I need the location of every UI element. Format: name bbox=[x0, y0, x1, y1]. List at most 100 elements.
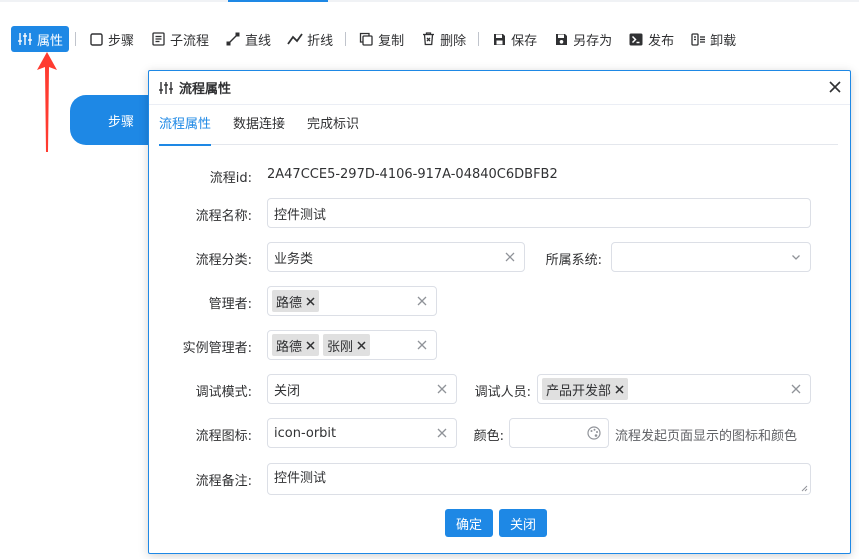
process-icon-input[interactable]: icon-orbit bbox=[267, 418, 457, 448]
toolbar: 属性 步骤 子流程 直线 折线 复制 删除 保存 另存为 发布 卸载 bbox=[0, 24, 859, 54]
line-label: 直线 bbox=[245, 33, 272, 49]
debug-user-tag: 产品开发部 bbox=[542, 378, 629, 400]
clear-icon[interactable] bbox=[436, 383, 448, 395]
process-properties-dialog: 流程属性 流程属性 数据连接 完成标识 流程id: 2A47CCE5-297D-… bbox=[148, 70, 851, 554]
toolbar-divider bbox=[345, 32, 347, 46]
debug-mode-label: 调试模式: bbox=[195, 385, 252, 400]
subprocess-label: 子流程 bbox=[170, 33, 210, 49]
subprocess-button[interactable]: 子流程 bbox=[144, 26, 215, 52]
properties-label: 属性 bbox=[37, 33, 64, 49]
properties-button[interactable]: 属性 bbox=[11, 26, 70, 52]
clear-icon[interactable] bbox=[436, 427, 448, 439]
clear-icon[interactable] bbox=[416, 295, 428, 307]
delete-label: 删除 bbox=[440, 33, 467, 49]
square-icon bbox=[88, 31, 104, 47]
process-name-value: 控件测试 bbox=[274, 207, 327, 223]
debug-mode-value: 关闭 bbox=[274, 383, 301, 399]
publish-button[interactable]: 发布 bbox=[622, 26, 680, 52]
save-button[interactable]: 保存 bbox=[485, 26, 543, 52]
process-category-value: 业务类 bbox=[274, 251, 314, 267]
manager-select[interactable]: 路德 bbox=[267, 286, 437, 316]
toolbar-divider bbox=[478, 32, 480, 46]
process-icon-label: 流程图标: bbox=[195, 429, 252, 444]
remove-tag-icon[interactable] bbox=[304, 295, 316, 307]
publish-label: 发布 bbox=[648, 33, 675, 49]
save-label: 保存 bbox=[511, 33, 538, 49]
system-label: 所属系统: bbox=[545, 253, 602, 268]
resize-handle-icon[interactable] bbox=[800, 484, 808, 492]
copy-button[interactable]: 复制 bbox=[352, 26, 410, 52]
toolbar-divider bbox=[75, 32, 77, 46]
process-name-input[interactable]: 控件测试 bbox=[267, 198, 811, 228]
step-button[interactable]: 步骤 bbox=[82, 26, 140, 52]
chevron-down-icon[interactable] bbox=[790, 251, 802, 263]
save-as-label: 另存为 bbox=[573, 33, 613, 49]
tab-completion-flag[interactable]: 完成标识 bbox=[307, 105, 359, 145]
process-category-label: 流程分类: bbox=[195, 253, 252, 268]
tag-text: 路德 bbox=[276, 295, 303, 311]
system-select[interactable] bbox=[611, 242, 811, 272]
tag-text: 张刚 bbox=[327, 339, 354, 355]
debug-mode-select[interactable]: 关闭 bbox=[267, 374, 457, 404]
clear-icon[interactable] bbox=[790, 383, 802, 395]
document-icon bbox=[150, 31, 166, 47]
instance-manager-select[interactable]: 路德 张刚 bbox=[267, 330, 437, 360]
confirm-button[interactable]: 确定 bbox=[445, 509, 493, 537]
active-tab-indicator bbox=[228, 0, 328, 2]
manager-label: 管理者: bbox=[208, 297, 252, 312]
tab-process-properties[interactable]: 流程属性 bbox=[159, 105, 212, 146]
line-icon bbox=[225, 31, 241, 47]
clear-icon[interactable] bbox=[416, 339, 428, 351]
debug-user-select[interactable]: 产品开发部 bbox=[537, 374, 811, 404]
color-label: 颜色: bbox=[473, 429, 504, 444]
line-button[interactable]: 直线 bbox=[219, 26, 277, 52]
tag-text: 产品开发部 bbox=[546, 383, 612, 399]
step-label: 步骤 bbox=[108, 33, 135, 49]
polyline-icon bbox=[287, 31, 303, 47]
top-tab-strip bbox=[0, 0, 859, 2]
instance-manager-label: 实例管理者: bbox=[182, 341, 252, 356]
polyline-label: 折线 bbox=[307, 33, 334, 49]
process-icon-value: icon-orbit bbox=[274, 425, 337, 441]
delete-button[interactable]: 删除 bbox=[414, 26, 472, 52]
save-icon bbox=[491, 31, 507, 47]
tab-data-connection[interactable]: 数据连接 bbox=[233, 105, 285, 145]
dialog-tabs: 流程属性 数据连接 完成标识 bbox=[159, 105, 838, 146]
save-as-icon bbox=[553, 31, 569, 47]
close-button[interactable]: 关闭 bbox=[499, 509, 547, 537]
dialog-header: 流程属性 bbox=[149, 71, 850, 105]
dialog-title: 流程属性 bbox=[179, 82, 232, 97]
remove-tag-icon[interactable] bbox=[304, 339, 316, 351]
instance-manager-tag: 路德 bbox=[272, 334, 320, 356]
close-icon[interactable] bbox=[826, 78, 844, 96]
save-as-button[interactable]: 另存为 bbox=[547, 26, 618, 52]
process-note-value: 控件测试 bbox=[274, 471, 327, 486]
process-note-label: 流程备注: bbox=[195, 474, 252, 489]
red-arrow-annotation bbox=[37, 52, 57, 152]
manager-tag: 路德 bbox=[272, 290, 320, 312]
color-hint-text: 流程发起页面显示的图标和颜色 bbox=[615, 429, 798, 444]
palette-icon[interactable] bbox=[587, 426, 601, 440]
copy-label: 复制 bbox=[378, 33, 405, 49]
process-id-label: 流程id: bbox=[209, 171, 252, 186]
sliders-icon bbox=[159, 81, 173, 95]
copy-icon bbox=[358, 31, 374, 47]
remove-tag-icon[interactable] bbox=[355, 339, 367, 351]
polyline-button[interactable]: 折线 bbox=[281, 26, 339, 52]
process-note-textarea[interactable]: 控件测试 bbox=[267, 463, 811, 495]
process-name-label: 流程名称: bbox=[195, 209, 252, 224]
process-id-value: 2A47CCE5-297D-4106-917A-04840C6DBFB2 bbox=[267, 167, 558, 182]
publish-icon bbox=[628, 31, 644, 47]
clear-icon[interactable] bbox=[504, 251, 516, 263]
uninstall-button[interactable]: 卸载 bbox=[684, 26, 742, 52]
uninstall-icon bbox=[690, 31, 706, 47]
uninstall-label: 卸载 bbox=[710, 33, 737, 49]
process-category-select[interactable]: 业务类 bbox=[267, 242, 525, 272]
trash-icon bbox=[420, 31, 436, 47]
instance-manager-tag: 张刚 bbox=[323, 334, 371, 356]
step-node-label: 步骤 bbox=[108, 114, 135, 130]
color-picker-input[interactable] bbox=[509, 418, 609, 448]
tag-text: 路德 bbox=[276, 339, 303, 355]
remove-tag-icon[interactable] bbox=[613, 383, 625, 395]
debug-user-label: 调试人员: bbox=[474, 385, 531, 400]
